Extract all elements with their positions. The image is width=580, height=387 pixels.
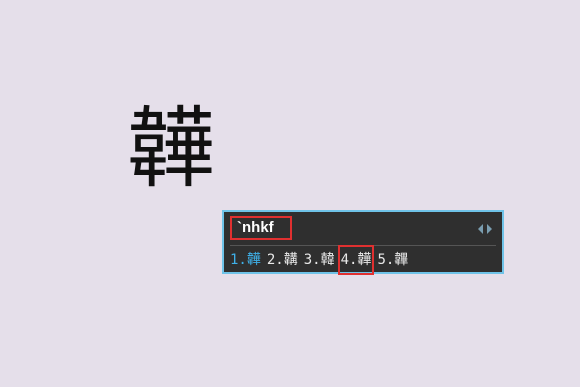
candidate-1[interactable]: 1.韡 <box>230 248 261 272</box>
candidate-5[interactable]: 5.韠 <box>377 248 408 272</box>
previous-page-icon[interactable] <box>478 224 483 234</box>
candidate-4[interactable]: 4.韡 <box>337 245 375 275</box>
ime-composition-bar: `nhkf <box>224 212 502 245</box>
candidate-3[interactable]: 3.韓 <box>304 248 335 272</box>
candidate-list: 1.韡 2.韝 3.韓 4.韡 5.韠 <box>230 245 414 275</box>
candidate-2[interactable]: 2.韝 <box>267 248 298 272</box>
display-character: 韡 <box>127 97 216 200</box>
next-page-icon[interactable] <box>487 224 492 234</box>
page-controls <box>478 224 492 234</box>
divider <box>230 245 496 246</box>
composition-text: `nhkf <box>230 216 292 240</box>
ime-candidate-window: `nhkf 1.韡 2.韝 3.韓 4.韡 5.韠 <box>222 210 504 275</box>
